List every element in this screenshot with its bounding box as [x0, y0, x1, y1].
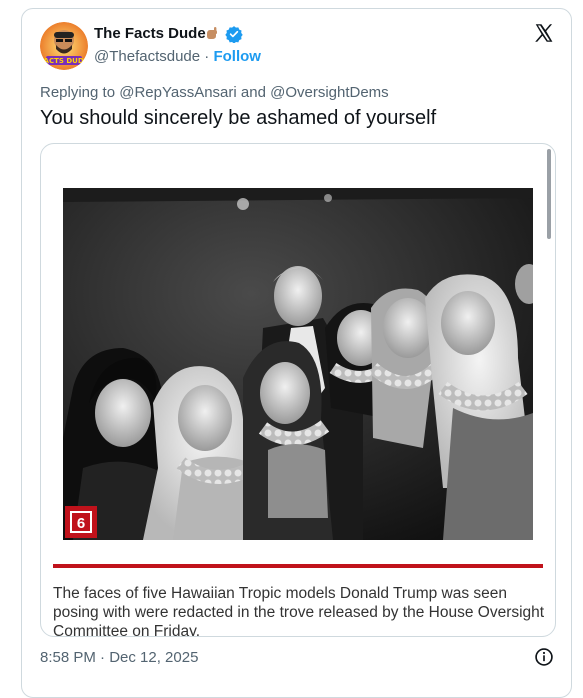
mention-link-2[interactable]: @OversightDems — [270, 84, 389, 101]
hand-emoji-icon — [207, 27, 217, 39]
media-scrollbar[interactable] — [547, 149, 551, 239]
replying-to-line: Replying to @RepYassAnsari and @Oversigh… — [40, 84, 389, 101]
info-icon[interactable] — [534, 647, 554, 667]
verified-badge-icon — [225, 26, 243, 43]
author-name[interactable]: The Facts Dude — [94, 25, 206, 42]
media-card[interactable]: 6 The faces of five Hawaiian Tropic mode… — [40, 143, 556, 637]
avatar[interactable]: FACTS DUDE — [40, 22, 88, 70]
news-photo[interactable]: 6 — [63, 188, 533, 540]
handle-separator: · — [204, 48, 210, 65]
follow-button[interactable]: Follow — [213, 48, 261, 65]
x-logo-icon[interactable] — [533, 22, 555, 44]
tweet-text: You should sincerely be ashamed of yours… — [40, 107, 437, 129]
caption-divider — [53, 564, 543, 568]
author-handle-row: @Thefactsdude · Follow — [94, 48, 261, 65]
photo-number-label: 6 — [77, 515, 85, 532]
photo-caption: The faces of five Hawaiian Tropic models… — [53, 585, 545, 637]
replying-to-prefix: Replying to — [40, 84, 116, 101]
mention-link-1[interactable]: @RepYassAnsari — [119, 84, 237, 101]
tweet-timestamp[interactable]: 8:58 PM · Dec 12, 2025 — [40, 649, 198, 666]
author-handle[interactable]: @Thefactsdude — [94, 48, 200, 65]
replying-joiner: and — [240, 84, 266, 101]
